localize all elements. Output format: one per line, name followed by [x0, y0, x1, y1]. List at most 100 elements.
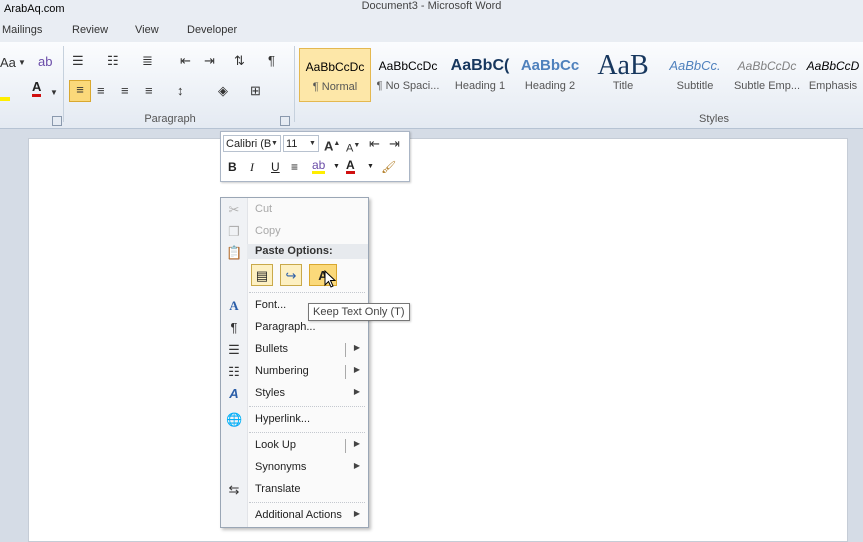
menu-item-styles[interactable]: A Styles ▶ [221, 384, 368, 404]
split-divider [345, 439, 346, 453]
mini-toolbar: Calibri (B ▼ 11 ▼ A▲ A▼ ⇤ ⇥ B I U ≡ ab ▼… [220, 131, 410, 182]
tab-review[interactable]: Review [72, 24, 108, 36]
style-title[interactable]: AaB Title [587, 48, 659, 102]
style-sample: AaBbCc. [669, 58, 721, 73]
decrease-indent-icon[interactable]: ⇤ [180, 52, 191, 70]
tab-mailings[interactable]: Mailings [2, 24, 42, 36]
chevron-down-icon[interactable]: ▼ [271, 135, 278, 153]
decrease-indent-icon[interactable]: ⇤ [369, 135, 380, 153]
menu-item-label: Translate [255, 483, 301, 495]
style-emphasis[interactable]: AaBbCcD Emphasis [803, 48, 863, 102]
font-color-button[interactable]: A [346, 159, 355, 174]
menu-item-label: Synonyms [255, 461, 307, 473]
paste-merge-formatting-button[interactable]: ↪ [280, 264, 302, 286]
group-separator [63, 46, 64, 122]
align-center-icon[interactable]: ≡ [97, 82, 105, 100]
menu-item-copy[interactable]: ❐ Copy [221, 222, 368, 242]
chevron-right-icon: ▶ [353, 509, 360, 518]
menu-item-bullets[interactable]: ☰ Bullets ▶ [221, 340, 368, 360]
translate-icon: ⇆ [228, 482, 240, 497]
format-painter-icon[interactable]: 🖌 [381, 159, 396, 175]
menu-separator [249, 432, 365, 434]
style-sample: AaBbC( [450, 57, 510, 74]
menu-item-synonyms[interactable]: Synonyms ▶ [221, 458, 368, 478]
chevron-down-icon[interactable]: ▼ [333, 159, 340, 175]
menu-item-label: Numbering [255, 365, 309, 377]
chevron-down-icon[interactable]: ▼ [367, 159, 374, 175]
multilevel-list-icon[interactable]: ≣ [142, 52, 153, 70]
borders-icon[interactable]: ⊞ [250, 82, 261, 100]
highlight-icon[interactable]: ab [312, 159, 326, 174]
paragraph-group-label: Paragraph [144, 113, 196, 125]
menu-separator [249, 502, 365, 504]
menu-item-hyperlink[interactable]: 🌐 Hyperlink... [221, 410, 368, 430]
center-icon[interactable]: ≡ [291, 159, 298, 175]
menu-item-label: Additional Actions [255, 509, 342, 521]
increase-indent-icon[interactable]: ⇥ [204, 52, 215, 70]
menu-item-numbering[interactable]: ☷ Numbering ▶ [221, 362, 368, 382]
increase-indent-icon[interactable]: ⇥ [389, 135, 400, 153]
style-subtle-emphasis[interactable]: AaBbCcDc Subtle Emp... [731, 48, 803, 102]
paragraph-dialog-launcher-icon[interactable] [280, 116, 290, 126]
copy-icon: ❐ [228, 224, 240, 239]
chevron-down-icon[interactable]: ▼ [18, 54, 26, 72]
paste-options-header: Paste Options: [247, 244, 368, 259]
menu-item-cut[interactable]: ✂ Cut [221, 200, 368, 220]
style-subtitle[interactable]: AaBbCc. Subtitle [659, 48, 731, 102]
style-name: Emphasis [808, 80, 858, 92]
style-name: Heading 2 [524, 80, 576, 92]
italic-button[interactable]: I [250, 159, 254, 175]
shading-icon[interactable]: ◈ [218, 82, 228, 100]
menu-item-look-up[interactable]: Look Up ▶ [221, 436, 368, 456]
style-name: ¶ Normal [312, 81, 358, 93]
menu-item-translate[interactable]: ⇆ Translate [221, 480, 368, 500]
chevron-right-icon[interactable]: ▶ [354, 365, 360, 374]
document-page[interactable] [28, 138, 848, 542]
style-heading-2[interactable]: AaBbCc Heading 2 [514, 48, 586, 102]
ribbon: Aa ▼ ab A ▼ ☰ ☷ ≣ ⇤ ⇥ ⇅ ¶ ≡ ≡ ≡ ≡ ↕ ◈ ⊞ … [0, 42, 863, 129]
change-case-button[interactable]: Aa [0, 54, 16, 72]
chevron-right-icon: ▶ [353, 461, 360, 470]
align-right-icon[interactable]: ≡ [121, 82, 129, 100]
globe-link-icon: 🌐 [226, 412, 243, 427]
chevron-right-icon[interactable]: ▶ [354, 439, 360, 448]
style-sample: AaBbCcDc [737, 59, 797, 73]
line-spacing-icon[interactable]: ↕ [177, 82, 184, 100]
chevron-down-icon[interactable]: ▼ [50, 84, 58, 102]
style-name: Title [612, 80, 634, 92]
bold-button[interactable]: B [228, 159, 237, 175]
underline-button[interactable]: U [271, 159, 280, 175]
font-dialog-launcher-icon[interactable] [52, 116, 62, 126]
style-heading-1[interactable]: AaBbC( Heading 1 [444, 48, 516, 102]
paste-keep-source-formatting-button[interactable]: ▤ [251, 264, 273, 286]
style-name: Heading 1 [454, 80, 506, 92]
grow-font-icon[interactable]: A▲ [324, 135, 340, 155]
style-normal[interactable]: AaBbCcDc ¶ Normal [299, 48, 371, 102]
shrink-font-icon[interactable]: A▼ [346, 137, 360, 158]
style-name: ¶ No Spaci... [376, 80, 440, 92]
style-sample: AaB [597, 50, 649, 80]
clipboard-icon: 📋 [226, 245, 243, 260]
clear-formatting-icon[interactable]: ab [38, 53, 52, 71]
sort-icon[interactable]: ⇅ [234, 52, 245, 70]
menu-separator [249, 292, 365, 294]
group-separator [294, 46, 295, 122]
bullets-icon[interactable]: ☰ [72, 52, 84, 70]
highlight-color-button[interactable] [0, 83, 10, 101]
tab-developer[interactable]: Developer [187, 24, 237, 36]
numbering-icon[interactable]: ☷ [107, 52, 119, 70]
pilcrow-icon[interactable]: ¶ [268, 52, 275, 70]
menu-item-additional-actions[interactable]: Additional Actions ▶ [221, 506, 368, 526]
chevron-right-icon[interactable]: ▶ [354, 343, 360, 352]
numbering-icon: ☷ [228, 364, 240, 379]
menu-item-label: Hyperlink... [255, 413, 311, 425]
align-left-icon[interactable]: ≡ [69, 80, 91, 102]
justify-icon[interactable]: ≡ [145, 82, 153, 100]
tab-view[interactable]: View [135, 24, 159, 36]
font-color-button[interactable]: A [32, 80, 42, 97]
menu-item-label: Look Up [255, 439, 296, 451]
menu-item-paragraph[interactable]: ¶ Paragraph... [221, 318, 368, 338]
style-no-spacing[interactable]: AaBbCcDc ¶ No Spaci... [372, 48, 444, 102]
chevron-down-icon[interactable]: ▼ [309, 135, 316, 153]
styles-group-label: Styles [699, 113, 729, 125]
